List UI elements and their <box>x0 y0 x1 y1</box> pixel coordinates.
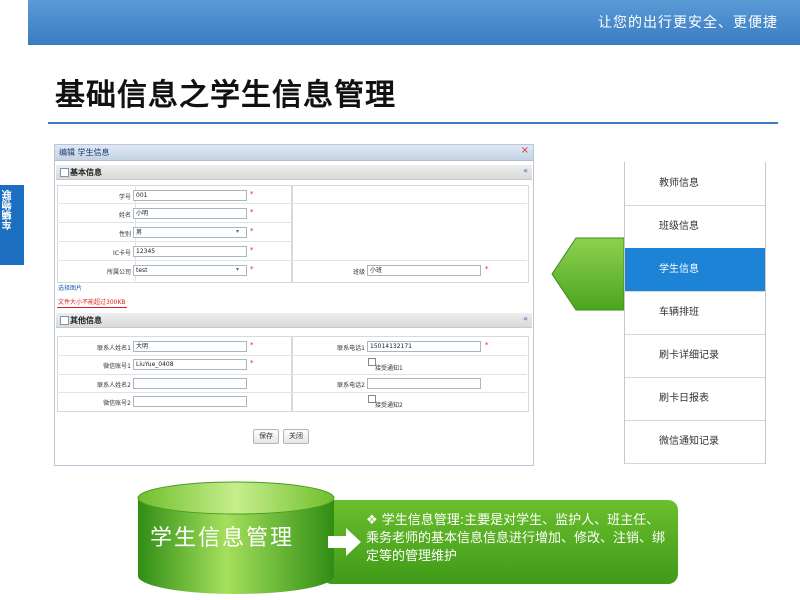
banner-slogan: 让您的出行更安全、更便捷 <box>598 15 778 31</box>
side-tab-label: 车辆物联 <box>3 190 14 230</box>
photo-size-note: 文件大小不能超过300KB <box>58 299 126 306</box>
section-icon <box>60 168 69 177</box>
select-photo-link[interactable]: 选择图片 <box>58 283 82 292</box>
menu-item-wechat-notify-log[interactable]: 微信通知记录 <box>625 420 765 464</box>
other-info-title: 其他信息 <box>70 316 102 325</box>
menu-item-card-daily-report[interactable]: 刷卡日报表 <box>625 377 765 421</box>
title-divider <box>48 122 778 124</box>
notify1-label: 接受通知1 <box>375 365 403 372</box>
cylinder-label: 学生信息管理 <box>150 526 295 551</box>
chevron-down-icon[interactable]: ▾ <box>236 266 239 273</box>
bullet-icon: ❖ <box>366 513 378 528</box>
ic-card-label: IC卡号 <box>113 250 131 257</box>
wechat1-input[interactable]: LiuYue_0408 <box>133 359 247 370</box>
nav-menu: 教师信息 班级信息 学生信息 车辆排班 刷卡详细记录 刷卡日报表 微信通知记录 <box>624 162 766 464</box>
contact2-name-input[interactable] <box>133 378 247 389</box>
wechat2-label: 微信账号2 <box>103 400 131 407</box>
class-input[interactable]: 小班 <box>367 265 481 276</box>
gender-select[interactable]: 男 <box>133 227 247 238</box>
ic-card-input[interactable]: 12345 <box>133 246 247 257</box>
pointer-arrow-icon <box>551 237 625 311</box>
contact2-phone-input[interactable] <box>367 378 481 389</box>
company-select[interactable]: test <box>133 265 247 276</box>
page-title: 基础信息之学生信息管理 <box>55 78 396 113</box>
collapse-icon[interactable]: « <box>523 166 528 175</box>
required-mark: * <box>250 265 254 273</box>
menu-item-teacher-info[interactable]: 教师信息 <box>625 162 765 206</box>
name-label: 姓名 <box>118 212 131 219</box>
other-info-section-header[interactable]: 其他信息 « <box>56 313 532 328</box>
wechat1-label: 微信账号1 <box>103 363 131 370</box>
window-titlebar: 编辑 学生信息 × <box>55 145 533 161</box>
gender-label: 性别 <box>118 231 131 238</box>
menu-item-vehicle-schedule[interactable]: 车辆排班 <box>625 291 765 335</box>
required-mark: * <box>250 190 254 198</box>
basic-info-title: 基本信息 <box>70 168 102 177</box>
basic-info-section-header[interactable]: 基本信息 « <box>56 165 532 180</box>
window-title: 编辑 学生信息 <box>59 148 110 157</box>
edit-student-window: 编辑 学生信息 × 基本信息 « 学号 001 * 姓名 小明 * 性别 男 ▾… <box>54 144 534 466</box>
required-mark: * <box>250 359 254 367</box>
contact2-phone-label: 联系电话2 <box>337 382 365 389</box>
contact1-phone-label: 联系电话1 <box>337 345 365 352</box>
menu-item-class-info[interactable]: 班级信息 <box>625 205 765 249</box>
arrow-right-icon <box>328 528 361 556</box>
required-mark: * <box>250 341 254 349</box>
contact1-name-input[interactable]: 大明 <box>133 341 247 352</box>
save-button[interactable]: 保存 <box>253 429 279 444</box>
student-no-label: 学号 <box>118 194 131 201</box>
wechat2-input[interactable] <box>133 396 247 407</box>
name-input[interactable]: 小明 <box>133 208 247 219</box>
contact2-name-label: 联系人姓名2 <box>97 382 131 389</box>
description-body: 学生信息管理:主要是对学生、监护人、班主任、乘务老师的基本信息信息进行增加、修改… <box>366 513 666 564</box>
close-button[interactable]: 关闭 <box>283 429 309 444</box>
section-icon <box>60 316 69 325</box>
class-label: 班级 <box>352 269 365 276</box>
required-mark: * <box>250 227 254 235</box>
required-mark: * <box>485 265 489 273</box>
required-mark: * <box>250 208 254 216</box>
contact1-phone-input[interactable]: 15014132171 <box>367 341 481 352</box>
required-mark: * <box>485 341 489 349</box>
description-text: ❖ 学生信息管理:主要是对学生、监护人、班主任、乘务老师的基本信息信息进行增加、… <box>366 512 672 566</box>
chevron-down-icon[interactable]: ▾ <box>236 228 239 235</box>
close-icon[interactable]: × <box>521 145 529 156</box>
contact1-name-label: 联系人姓名1 <box>97 345 131 352</box>
required-mark: * <box>250 246 254 254</box>
collapse-icon[interactable]: « <box>523 314 528 323</box>
menu-item-student-info[interactable]: 学生信息 <box>625 248 765 292</box>
notify2-label: 接受通知2 <box>375 402 403 409</box>
student-no-input[interactable]: 001 <box>133 190 247 201</box>
company-label: 所属公司 <box>106 269 131 276</box>
menu-item-card-detail-log[interactable]: 刷卡详细记录 <box>625 334 765 378</box>
